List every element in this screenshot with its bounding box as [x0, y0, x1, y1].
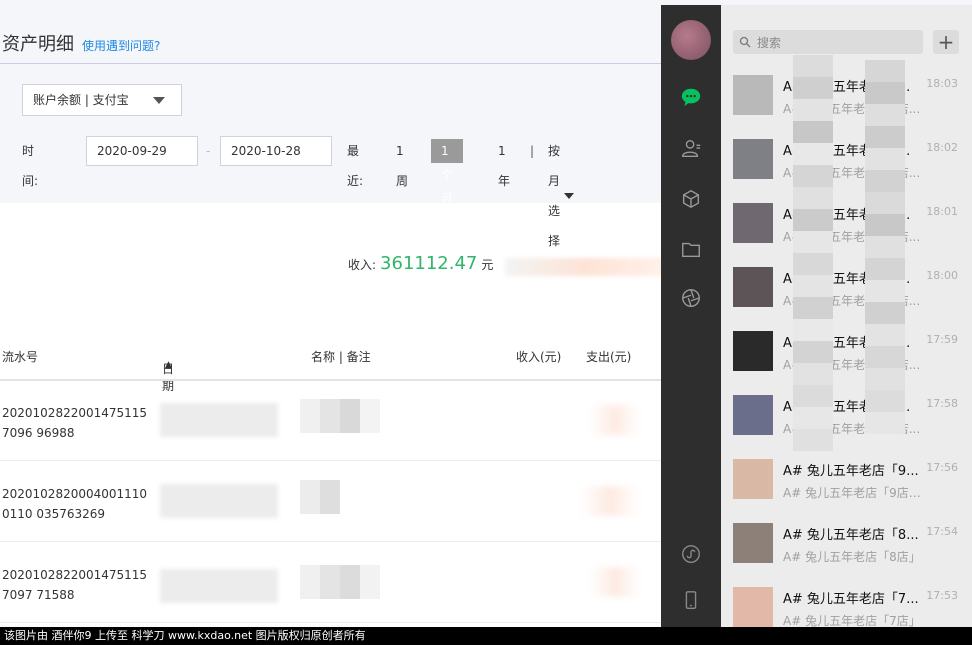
income-summary: 收入: 361112.47 元	[348, 253, 493, 274]
add-button[interactable]: +	[933, 30, 959, 54]
chat-avatar	[733, 395, 773, 435]
watermark-footer: 该图片由 酒伴你9 上传至 科学刀 www.kxdao.net 图片版权归原创者…	[0, 627, 972, 645]
col-expense: 支出(元)	[586, 350, 632, 364]
quick-range-1-year[interactable]: 1年	[498, 136, 510, 196]
redacted-date	[160, 569, 278, 603]
chat-avatar	[733, 331, 773, 371]
chat-preview: A# 兔儿五年老店「8店」	[783, 550, 921, 564]
chat-item[interactable]: A# 兔儿五年老店「... 17:58 A# 兔儿五年老店「1店...	[721, 383, 972, 447]
contacts-icon[interactable]	[679, 136, 703, 160]
time-label: 时间:	[22, 144, 39, 188]
folder-icon[interactable]	[679, 237, 703, 261]
chat-time: 17:54	[926, 525, 958, 538]
date-from-input[interactable]: 2020-09-29	[86, 136, 198, 166]
chat-time: 18:00	[926, 269, 958, 282]
table-row[interactable]: 20201028200040011100110 035763269	[0, 462, 662, 542]
income-label: 收入:	[348, 258, 377, 272]
income-unit: 元	[481, 258, 494, 272]
page-title: 资产明细	[2, 34, 74, 55]
chat-item[interactable]: A# 兔儿五年老店「... 17:59 A# 兔儿五年老店「5店...	[721, 319, 972, 383]
chat-time: 18:02	[926, 141, 958, 154]
quick-range-divider: |	[530, 144, 535, 158]
chat-item[interactable]: A# 兔儿五年老店「... 18:00 A# 兔儿五年老店「4店...	[721, 255, 972, 319]
chat-time: 18:01	[926, 205, 958, 218]
screen: 资产明细 使用遇到问题? 账户余额 | 支付宝 时间: 2020-09-29 -…	[0, 0, 972, 645]
chat-time: 17:56	[926, 461, 958, 474]
redacted-expense-summary	[505, 258, 665, 276]
col-serial: 流水号	[2, 350, 39, 364]
chat-item[interactable]: A# 兔儿五年老店「7... 17:53 A# 兔儿五年老店「7店」	[721, 575, 972, 627]
date-separator: -	[206, 144, 211, 158]
quick-range-1-month[interactable]: 1个月	[431, 139, 463, 206]
date-to-input[interactable]: 2020-10-28	[220, 136, 332, 166]
title-divider	[0, 63, 662, 64]
chevron-down-icon	[153, 97, 165, 104]
redacted-amount	[590, 405, 640, 435]
chat-item[interactable]: A# 兔儿五年老店「8... 17:54 A# 兔儿五年老店「8店」	[721, 511, 972, 575]
chat-time: 17:53	[926, 589, 958, 602]
privacy-mosaic	[793, 55, 833, 455]
mini-program-icon[interactable]	[679, 542, 703, 566]
row-serial: 20201028200040011100110 035763269	[2, 487, 148, 521]
search-icon	[739, 36, 751, 48]
privacy-mosaic	[865, 60, 905, 450]
chat-time: 18:03	[926, 77, 958, 90]
chat-avatar	[733, 267, 773, 307]
help-link[interactable]: 使用遇到问题?	[82, 37, 160, 54]
redacted-name	[300, 399, 380, 433]
select-by-month-label: 按月选择	[548, 144, 561, 248]
select-by-month-button[interactable]: 按月选择	[548, 136, 575, 256]
redacted-date	[160, 484, 278, 518]
avatar[interactable]	[671, 20, 711, 60]
chat-avatar	[733, 75, 773, 115]
chat-item[interactable]: A# 兔儿五年老店「... 18:03 A# 兔儿五年老店「6店...	[721, 63, 972, 127]
quick-range-1-week[interactable]: 1周	[396, 136, 408, 196]
chat-avatar	[733, 459, 773, 499]
redacted-amount	[580, 486, 640, 516]
row-serial: 20201028220014751157097 71588	[2, 568, 148, 602]
chat-avatar	[733, 523, 773, 563]
chat-time: 17:58	[926, 397, 958, 410]
table-header: 流水号 日期 ▲ 名称 | 备注 收入(元) 支出(元)	[0, 336, 662, 393]
chat-item[interactable]: A# 兔儿五年老店「... 18:02 A# 兔儿五年老店「2店...	[721, 127, 972, 191]
chat-name: A# 兔儿五年老店「9...	[783, 464, 919, 479]
favorites-icon[interactable]	[679, 187, 703, 211]
moments-icon[interactable]	[679, 286, 703, 310]
redacted-name	[300, 480, 340, 514]
row-serial: 20201028220014751157096 96988	[2, 406, 148, 440]
chat-item[interactable]: A# 兔儿五年老店「9... 17:56 A# 兔儿五年老店「9店」...	[721, 447, 972, 511]
chat-avatar	[733, 587, 773, 627]
chat-item[interactable]: A# 兔儿五年老店「... 18:01 A# 兔儿五年老店「3店...	[721, 191, 972, 255]
wechat-sidebar	[661, 5, 721, 627]
col-name: 名称 | 备注	[311, 350, 371, 364]
chat-name: A# 兔儿五年老店「8...	[783, 528, 919, 543]
phone-icon[interactable]	[679, 588, 703, 612]
chat-icon[interactable]	[679, 85, 703, 109]
table-row[interactable]: 20201028220014751157096 96988	[0, 381, 662, 461]
income-value: 361112.47	[380, 253, 478, 274]
redacted-amount	[590, 567, 640, 597]
chat-list-panel: 搜索 + A# 兔儿五年老店「... 18:03 A# 兔儿五年老店「6店... A#…	[721, 5, 972, 627]
chat-avatar	[733, 139, 773, 179]
redacted-date	[160, 403, 278, 437]
title-row: 资产明细 使用遇到问题?	[2, 30, 160, 60]
recent-label: 最近:	[347, 144, 364, 188]
wechat-window: 搜索 + A# 兔儿五年老店「... 18:03 A# 兔儿五年老店「6店... A#…	[661, 5, 972, 627]
search-input[interactable]: 搜索	[733, 30, 923, 54]
account-select[interactable]: 账户余额 | 支付宝	[22, 84, 182, 116]
sort-icon: ▲	[165, 360, 172, 370]
chat-time: 17:59	[926, 333, 958, 346]
search-placeholder: 搜索	[757, 35, 782, 50]
table-row[interactable]: 20201028220014751157097 71588	[0, 543, 662, 623]
chat-preview: A# 兔儿五年老店「7店」	[783, 614, 921, 627]
caret-down-icon	[564, 193, 575, 199]
account-select-value: 账户余额 | 支付宝	[33, 93, 129, 107]
col-income: 收入(元)	[516, 350, 562, 364]
chat-name: A# 兔儿五年老店「7...	[783, 592, 919, 607]
redacted-name	[300, 565, 380, 599]
chat-avatar	[733, 203, 773, 243]
chat-preview: A# 兔儿五年老店「9店」...	[783, 486, 929, 500]
